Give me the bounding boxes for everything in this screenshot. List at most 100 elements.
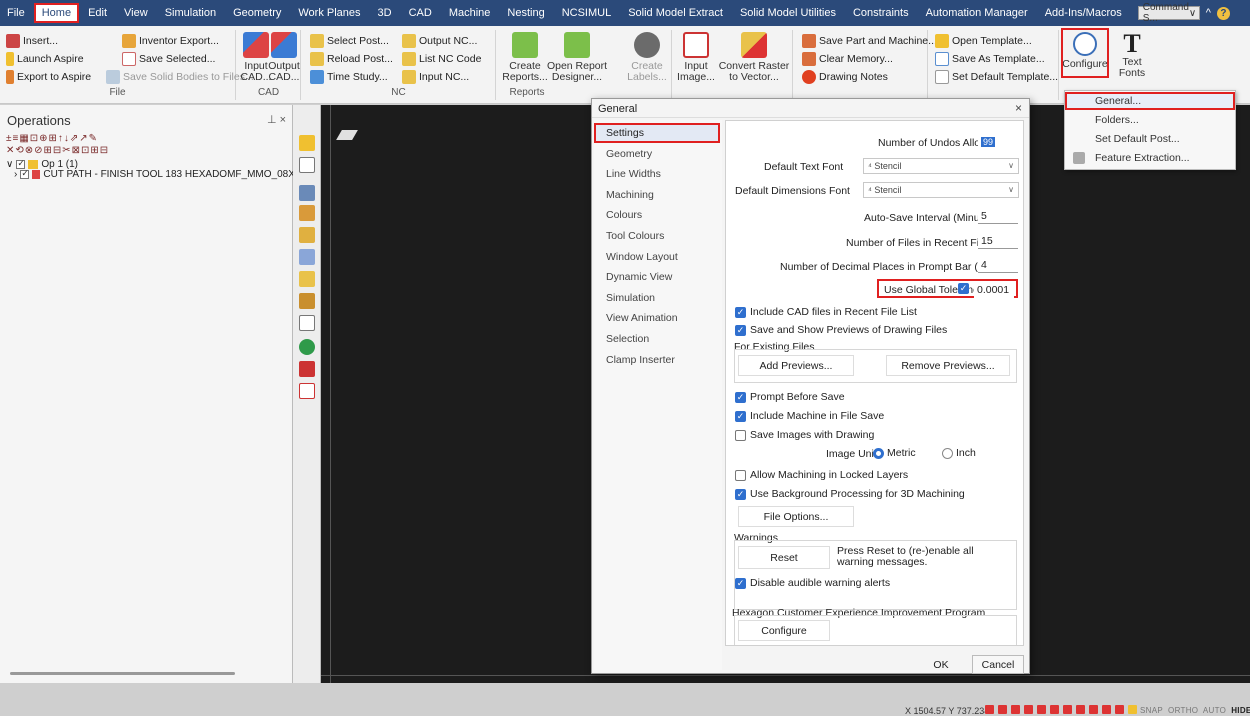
menu-edit[interactable]: Edit <box>81 4 114 22</box>
reload-post-button[interactable]: Reload Post... <box>310 52 393 66</box>
save-previews-checkbox[interactable]: ✓ Save and Show Previews of Drawing Files <box>735 324 947 336</box>
status-icon-11[interactable] <box>1115 705 1124 714</box>
operations-toolbar-row-1[interactable]: ±≡▦⊡⊕⊞↑↓⇗↗✎ <box>6 133 98 144</box>
save-selected-button[interactable]: Save Selected... <box>122 52 215 66</box>
menu-3d[interactable]: 3D <box>371 4 399 22</box>
panel-controls[interactable]: ⊥ × <box>267 113 286 126</box>
menu-item-feature-extraction[interactable]: Feature Extraction... <box>1065 149 1235 167</box>
nav-line-widths[interactable]: Line Widths <box>594 164 720 184</box>
menu-nesting[interactable]: Nesting <box>500 4 551 22</box>
dimensions-font-select[interactable]: ⁴ Stencil ∨ <box>863 182 1019 198</box>
view-tool-icon-3[interactable] <box>299 185 315 201</box>
snap-toggle[interactable]: SNAP <box>1140 706 1163 715</box>
cut-path-tree-item[interactable]: ›CUT PATH - FINISH TOOL 183 HEXADOMF_MMO… <box>14 168 306 180</box>
input-image-button[interactable]: Input Image... <box>677 32 715 83</box>
view-tool-icon-4[interactable] <box>299 205 315 221</box>
help-icon[interactable]: ? <box>1216 6 1230 20</box>
nav-colours[interactable]: Colours <box>594 205 720 225</box>
insert-button[interactable]: Insert... <box>6 34 58 48</box>
auto-toggle[interactable]: AUTO <box>1203 706 1226 715</box>
nav-simulation[interactable]: Simulation <box>594 288 720 308</box>
recent-files-input[interactable]: 15 <box>978 233 1018 249</box>
save-part-machine-button[interactable]: Save Part and Machine... <box>802 34 937 48</box>
view-tool-icon-11[interactable] <box>299 361 315 377</box>
menu-add-ins-macros[interactable]: Add-Ins/Macros <box>1038 4 1129 22</box>
status-icon-9[interactable] <box>1089 705 1098 714</box>
horizontal-scrollbar[interactable] <box>10 672 235 675</box>
menu-simulation[interactable]: Simulation <box>158 4 223 22</box>
clear-memory-button[interactable]: Clear Memory... <box>802 52 893 66</box>
open-report-designer-button[interactable]: Open Report Designer... <box>547 32 607 83</box>
view-tool-icon-9[interactable] <box>299 315 315 331</box>
menu-ncsimul[interactable]: NCSIMUL <box>555 4 619 22</box>
status-icon-4[interactable] <box>1024 705 1033 714</box>
drawing-notes-button[interactable]: Drawing Notes <box>802 70 888 84</box>
menu-view[interactable]: View <box>117 4 155 22</box>
list-nc-code-button[interactable]: List NC Code <box>402 52 481 66</box>
view-tool-icon-6[interactable] <box>299 249 315 265</box>
menu-solid-model-extract[interactable]: Solid Model Extract <box>621 4 730 22</box>
nav-view-animation[interactable]: View Animation <box>594 308 720 328</box>
save-images-checkbox[interactable]: Save Images with Drawing <box>735 429 874 441</box>
view-tool-icon-12[interactable] <box>299 383 315 399</box>
command-search-input[interactable]: Command S... ∨ <box>1137 2 1200 24</box>
status-icon-5[interactable] <box>1037 705 1046 714</box>
output-nc-button[interactable]: Output NC... <box>402 34 477 48</box>
menu-cad[interactable]: CAD <box>402 4 439 22</box>
launch-aspire-button[interactable]: Launch Aspire <box>6 52 84 66</box>
export-aspire-button[interactable]: Export to Aspire <box>6 70 91 84</box>
view-tool-icon-5[interactable] <box>299 227 315 243</box>
create-reports-button[interactable]: Create Reports... <box>502 32 548 83</box>
allow-locked-layers-checkbox[interactable]: Allow Machining in Locked Layers <box>735 469 908 481</box>
create-labels-button[interactable]: Create Labels... <box>627 32 667 83</box>
global-tolerance-input[interactable]: 0.0001 <box>974 282 1014 298</box>
operations-toolbar-row-2[interactable]: ✕⟲⊗⊘⊞⊟✂⊠⊡⊞⊟ <box>6 145 109 156</box>
disable-audible-checkbox[interactable]: ✓ Disable audible warning alerts <box>735 577 890 589</box>
view-cube-icon[interactable] <box>336 130 358 140</box>
view-tool-icon-1[interactable] <box>299 135 315 151</box>
undos-input[interactable]: 99 <box>978 134 1018 150</box>
file-options-button[interactable]: File Options... <box>738 506 854 527</box>
nav-dynamic-view[interactable]: Dynamic View <box>594 267 720 287</box>
text-font-select[interactable]: ⁴ Stencil ∨ <box>863 158 1019 174</box>
menu-item-folders[interactable]: Folders... <box>1065 111 1235 129</box>
output-cad-button[interactable]: Output CAD... <box>268 32 300 83</box>
prompt-before-save-checkbox[interactable]: ✓ Prompt Before Save <box>735 391 845 403</box>
globe-icon[interactable] <box>299 339 315 355</box>
convert-raster-button[interactable]: Convert Raster to Vector... <box>717 32 791 83</box>
text-fonts-button[interactable]: T Text Fonts <box>1112 30 1152 79</box>
nav-window-layout[interactable]: Window Layout <box>594 247 720 267</box>
status-icon-10[interactable] <box>1102 705 1111 714</box>
add-previews-button[interactable]: Add Previews... <box>738 355 854 376</box>
nav-selection[interactable]: Selection <box>594 329 720 349</box>
inventor-export-button[interactable]: Inventor Export... <box>122 34 219 48</box>
status-icon-8[interactable] <box>1076 705 1085 714</box>
input-nc-button[interactable]: Input NC... <box>402 70 469 84</box>
include-cad-checkbox[interactable]: ✓ Include CAD files in Recent File List <box>735 306 917 318</box>
view-tool-icon-2[interactable] <box>299 157 315 173</box>
status-icon-6[interactable] <box>1050 705 1059 714</box>
open-template-button[interactable]: Open Template... <box>935 34 1032 48</box>
status-icon-12[interactable] <box>1128 705 1137 714</box>
hexagon-configure-button[interactable]: Configure <box>738 620 830 641</box>
global-tolerance-checkbox[interactable]: ✓ <box>958 283 973 294</box>
menu-automation-manager[interactable]: Automation Manager <box>919 4 1035 22</box>
reset-warnings-button[interactable]: Reset <box>738 546 830 569</box>
metric-radio[interactable]: Metric <box>873 447 916 459</box>
configure-button[interactable]: Configure <box>1061 28 1109 78</box>
menu-solid-model-utilities[interactable]: Solid Model Utilities <box>733 4 843 22</box>
status-icon-3[interactable] <box>1011 705 1020 714</box>
nav-geometry[interactable]: Geometry <box>594 144 720 164</box>
menu-work-planes[interactable]: Work Planes <box>291 4 367 22</box>
nav-tool-colours[interactable]: Tool Colours <box>594 226 720 246</box>
remove-previews-button[interactable]: Remove Previews... <box>886 355 1010 376</box>
decimal-places-input[interactable]: 4 <box>978 257 1018 273</box>
menu-item-set-default-post[interactable]: Set Default Post... <box>1065 130 1235 148</box>
ortho-toggle[interactable]: ORTHO <box>1168 706 1198 715</box>
background-processing-checkbox[interactable]: ✓ Use Background Processing for 3D Machin… <box>735 488 965 500</box>
menu-geometry[interactable]: Geometry <box>226 4 288 22</box>
nav-machining[interactable]: Machining <box>594 185 720 205</box>
menu-item-general[interactable]: General... <box>1065 92 1235 110</box>
nav-clamp-inserter[interactable]: Clamp Inserter <box>594 350 720 370</box>
status-icon-2[interactable] <box>998 705 1007 714</box>
